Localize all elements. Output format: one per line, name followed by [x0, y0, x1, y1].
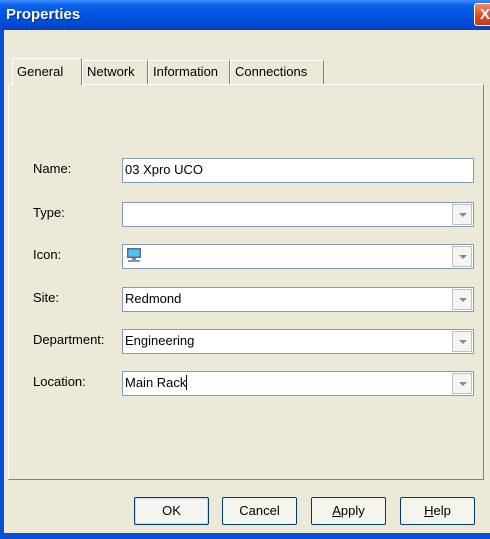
tab-general-label: General	[17, 64, 64, 79]
site-dropdown-arrow[interactable]	[452, 289, 472, 310]
type-label: Type:	[33, 205, 65, 220]
location-value: Main Rack	[125, 375, 187, 390]
location-dropdown-arrow[interactable]	[452, 373, 472, 394]
tab-general[interactable]: General	[12, 58, 82, 85]
ok-button[interactable]: OK	[134, 497, 209, 525]
location-dropdown[interactable]: Main Rack	[122, 371, 474, 396]
tab-connections[interactable]: Connections	[230, 60, 324, 84]
help-button[interactable]: Help	[400, 497, 475, 525]
site-value: Redmond	[125, 291, 182, 306]
title-bar[interactable]: Properties X	[0, 0, 490, 30]
icon-label: Icon:	[33, 247, 62, 262]
department-dropdown-arrow[interactable]	[452, 331, 472, 352]
cancel-button[interactable]: Cancel	[222, 497, 297, 525]
department-dropdown[interactable]: Engineering	[122, 329, 474, 354]
apply-button-label: pply	[340, 503, 365, 518]
site-label: Site:	[33, 290, 60, 305]
location-label: Location:	[33, 374, 86, 389]
tab-information[interactable]: Information	[148, 60, 230, 84]
cancel-button-label: Cancel	[239, 503, 280, 518]
general-tab-panel	[8, 84, 484, 480]
close-icon: X	[480, 6, 490, 23]
name-value: 03 Xpro UCO	[125, 162, 204, 177]
help-button-label: elp	[433, 503, 451, 518]
site-dropdown[interactable]: Redmond	[122, 287, 474, 312]
department-label: Department:	[33, 332, 105, 347]
icon-dropdown-arrow[interactable]	[452, 246, 472, 267]
properties-dialog: Properties X General Network Information…	[0, 0, 490, 539]
close-button[interactable]: X	[474, 3, 490, 26]
tab-connections-label: Connections	[235, 64, 308, 79]
type-dropdown[interactable]	[122, 202, 474, 227]
window-title: Properties	[6, 6, 81, 23]
type-dropdown-arrow[interactable]	[452, 204, 472, 225]
department-value: Engineering	[125, 333, 195, 348]
computer-monitor-icon	[127, 248, 141, 262]
window-frame-bottom	[0, 533, 490, 539]
window-frame-left	[0, 30, 4, 539]
name-field[interactable]: 03 Xpro UCO	[122, 158, 474, 183]
text-caret	[186, 375, 188, 390]
apply-accelerator: A	[332, 503, 341, 518]
ok-button-label: OK	[162, 503, 181, 518]
apply-button[interactable]: Apply	[311, 497, 386, 525]
tab-network[interactable]: Network	[82, 60, 148, 84]
help-accelerator: H	[424, 503, 434, 518]
name-label: Name:	[33, 161, 72, 176]
icon-dropdown[interactable]	[122, 244, 474, 269]
tab-network-label: Network	[87, 64, 135, 79]
tab-information-label: Information	[153, 64, 219, 79]
